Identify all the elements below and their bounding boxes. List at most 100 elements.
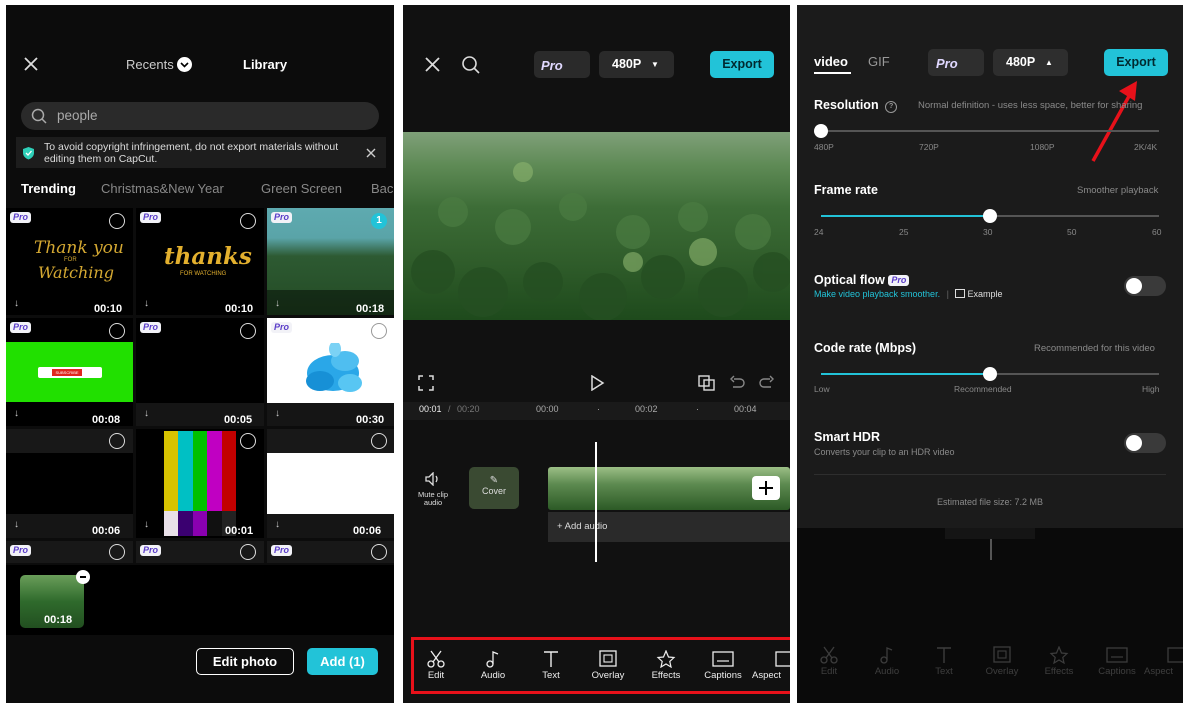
media-thumb[interactable]: Pro ↓ 00:30 — [267, 318, 394, 426]
category-green-screen[interactable]: Green Screen — [261, 181, 342, 196]
example-link[interactable]: Example — [955, 289, 1002, 299]
playhead[interactable] — [595, 442, 597, 562]
download-icon: ↓ — [14, 298, 19, 309]
select-circle[interactable] — [109, 213, 125, 229]
selected-count-badge[interactable]: 1 — [371, 213, 387, 229]
selected-tray: 00:18 — [6, 565, 394, 635]
star-icon — [1049, 646, 1069, 664]
select-circle[interactable] — [109, 323, 125, 339]
select-circle[interactable] — [109, 544, 125, 560]
category-trending[interactable]: Trending — [21, 181, 76, 196]
slider-knob[interactable] — [983, 367, 997, 381]
redo-icon[interactable] — [759, 375, 775, 391]
smart-hdr-toggle[interactable] — [1124, 433, 1166, 453]
search-input[interactable]: people — [21, 102, 379, 130]
resolution-dropdown[interactable]: 480P ▼ — [599, 51, 674, 78]
select-circle[interactable] — [240, 544, 256, 560]
pro-label: Pro — [936, 56, 958, 71]
media-thumb[interactable]: Pro SUBSCRIBE ↓ 00:08 — [6, 318, 133, 426]
cover-label: Cover — [481, 486, 506, 496]
tick-label: Low — [814, 384, 830, 394]
close-icon[interactable] — [24, 57, 38, 71]
search-icon[interactable] — [461, 55, 481, 75]
smart-hdr-label: Smart HDR — [814, 430, 880, 444]
select-circle[interactable] — [109, 433, 125, 449]
frame-rate-hint: Smoother playback — [1077, 185, 1159, 196]
export-button[interactable]: Export — [1104, 49, 1168, 76]
media-thumb[interactable]: Pro thanks FOR WATCHING ↓ 00:10 — [136, 208, 264, 315]
select-circle[interactable] — [371, 433, 387, 449]
frame-rate-label: Frame rate — [814, 183, 878, 197]
tick-label: 60 — [1152, 227, 1162, 237]
recents-tab[interactable]: Recents — [126, 57, 193, 72]
media-thumb-partial[interactable]: Pro — [6, 541, 133, 563]
tab-video[interactable]: video — [814, 54, 848, 69]
play-square-icon — [955, 289, 966, 298]
add-audio-track[interactable]: + Add audio — [548, 512, 790, 542]
media-thumb[interactable]: Pro ↓ 00:05 — [136, 318, 264, 426]
media-thumb-partial[interactable]: Pro — [136, 541, 264, 563]
add-audio-label: + Add audio — [557, 521, 608, 532]
optical-flow-toggle[interactable] — [1124, 276, 1166, 296]
media-thumb-selected[interactable]: Pro 1 ↓ 00:18 — [267, 208, 394, 315]
slider-knob[interactable] — [814, 124, 828, 138]
notice-text: To avoid copyright infringement, do not … — [44, 141, 339, 165]
add-clip-button[interactable] — [752, 476, 780, 500]
keyframe-icon[interactable] — [698, 375, 716, 391]
frame-rate-slider[interactable] — [821, 209, 1159, 223]
add-button[interactable]: Add (1) — [307, 648, 378, 675]
media-thumb-partial[interactable]: Pro — [267, 541, 394, 563]
search-icon — [31, 108, 47, 124]
media-thumb[interactable]: ↓ 00:06 — [267, 429, 394, 538]
caret-up-icon: ▲ — [1045, 58, 1053, 67]
pro-button[interactable]: Pro — [928, 49, 984, 76]
play-icon[interactable] — [589, 375, 605, 391]
code-rate-slider[interactable] — [821, 367, 1159, 381]
resolution-slider[interactable] — [814, 124, 1159, 138]
pro-badge: Pro — [140, 322, 162, 333]
editor-panel: Pro 480P ▼ Export 00:01 / 00:20 00:00 · … — [403, 5, 790, 703]
info-icon[interactable]: ? — [885, 101, 898, 113]
toolbar-label: Aspect — [1144, 666, 1174, 677]
select-circle[interactable] — [240, 323, 256, 339]
download-icon: ↓ — [14, 408, 19, 419]
export-button[interactable]: Export — [710, 51, 774, 78]
resolution-dropdown[interactable]: 480P ▲ — [993, 49, 1068, 76]
select-circle[interactable] — [371, 323, 387, 339]
undo-icon[interactable] — [729, 375, 745, 391]
select-circle[interactable] — [240, 213, 256, 229]
category-christmas[interactable]: Christmas&New Year — [101, 181, 224, 196]
highlight-box — [411, 637, 790, 694]
slider-knob[interactable] — [983, 209, 997, 223]
duration-label: 00:18 — [44, 614, 73, 626]
remove-clip-icon[interactable] — [76, 570, 90, 584]
video-preview[interactable] — [403, 132, 790, 320]
category-more[interactable]: Bac — [371, 181, 393, 196]
select-circle[interactable] — [240, 433, 256, 449]
media-thumb[interactable]: Pro Thank you FOR Watching ↓ 00:10 — [6, 208, 133, 315]
close-icon[interactable] — [425, 57, 440, 72]
pro-button[interactable]: Pro — [534, 51, 590, 78]
time-separator: / — [448, 404, 451, 414]
media-thumb[interactable]: ↓ 00:06 — [6, 429, 133, 538]
slider-fill — [821, 373, 990, 375]
toolbar-effects: Effects — [1031, 646, 1087, 677]
select-circle[interactable] — [371, 544, 387, 560]
subscribe-banner: SUBSCRIBE — [38, 367, 102, 378]
slider-fill — [821, 215, 990, 217]
mute-clip-audio-button[interactable]: Mute clip audio — [413, 472, 453, 507]
cover-button[interactable]: ✎ Cover — [469, 467, 519, 509]
media-thumb[interactable]: ↓ 00:01 — [136, 429, 264, 538]
resolution-hint: Normal definition - uses less space, bet… — [918, 100, 1143, 111]
fullscreen-icon[interactable] — [418, 375, 434, 391]
tick-label: 24 — [814, 227, 824, 237]
tab-gif[interactable]: GIF — [868, 54, 890, 69]
dismiss-notice-icon[interactable] — [366, 148, 376, 158]
duration-label: 00:05 — [224, 414, 253, 426]
library-tab[interactable]: Library — [243, 57, 287, 72]
export-settings-panel: Edit Audio Text Overlay Effects Captions… — [797, 5, 1183, 703]
edit-photo-button[interactable]: Edit photo — [196, 648, 294, 675]
selected-clip[interactable]: 00:18 — [20, 575, 84, 628]
toolbar-edit: Edit — [801, 646, 857, 677]
pencil-icon: ✎ — [489, 475, 499, 486]
